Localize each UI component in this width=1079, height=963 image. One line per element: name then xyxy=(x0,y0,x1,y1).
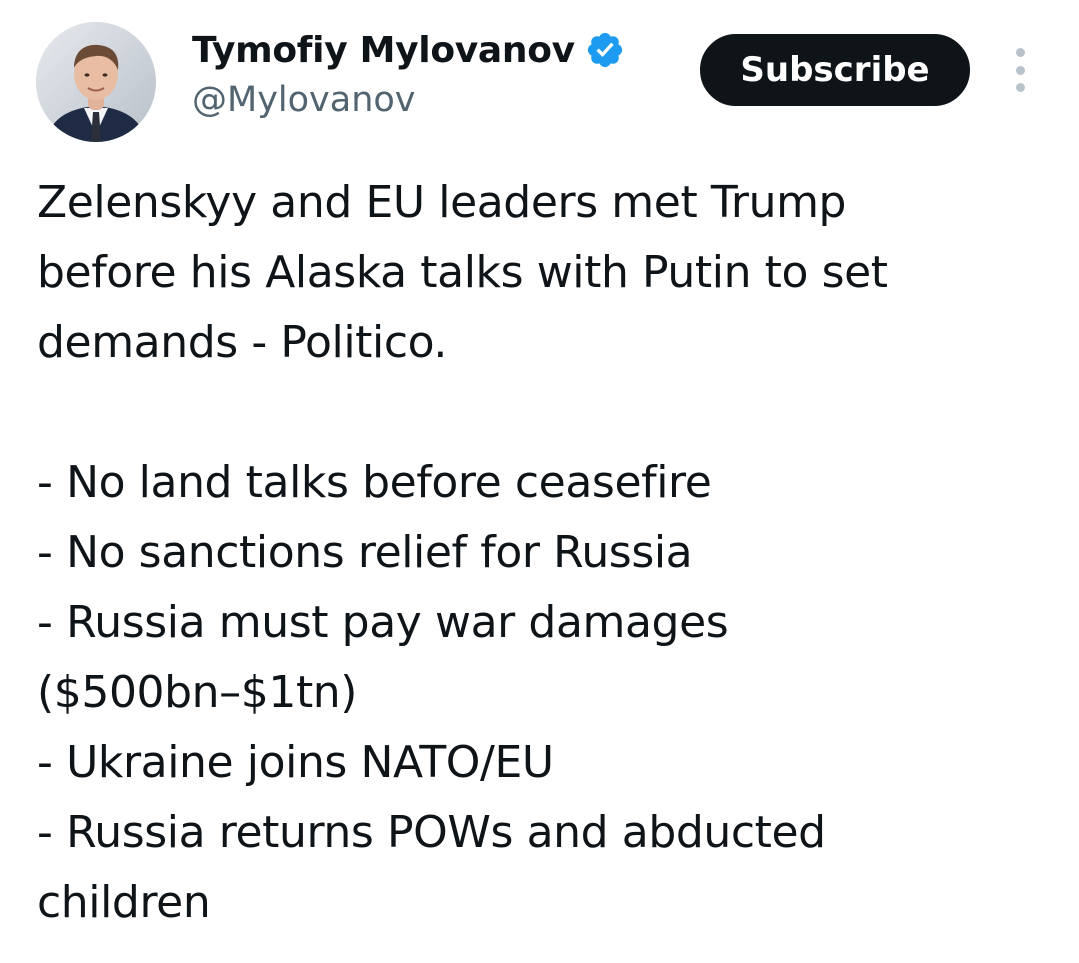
author-name-row[interactable]: Tymofiy Mylovanov xyxy=(192,26,625,74)
tweet-line: - Russia returns POWs and abducted xyxy=(37,807,826,858)
tweet-line: - Ukraine joins NATO/EU xyxy=(37,737,554,788)
more-options-icon[interactable] xyxy=(1008,48,1032,92)
tweet-line: demands - Politico. xyxy=(37,317,447,368)
tweet-line: - Russia must pay war damages xyxy=(37,597,729,648)
more-dot xyxy=(1015,83,1025,92)
avatar-photo xyxy=(36,22,156,142)
tweet-text: Zelenskyy and EU leaders met Trump befor… xyxy=(37,168,1047,938)
author-display-name[interactable]: Tymofiy Mylovanov xyxy=(192,30,575,71)
tweet-line: - No sanctions relief for Russia xyxy=(37,527,693,578)
tweet-line: children xyxy=(37,877,211,928)
more-dot xyxy=(1015,65,1025,75)
verified-badge-icon[interactable] xyxy=(585,30,625,70)
tweet-line: before his Alaska talks with Putin to se… xyxy=(37,247,888,298)
tweet-line: - No land talks before ceasefire xyxy=(37,457,712,508)
more-dot xyxy=(1015,48,1025,57)
tweet-card: Tymofiy Mylovanov @Mylovanov Subscribe Z… xyxy=(0,0,1079,963)
avatar[interactable] xyxy=(36,22,156,142)
author-handle[interactable]: @Mylovanov xyxy=(192,80,416,120)
tweet-line: ($500bn–$1tn) xyxy=(37,667,358,718)
tweet-line: Zelenskyy and EU leaders met Trump xyxy=(37,177,847,228)
subscribe-button[interactable]: Subscribe xyxy=(700,34,970,106)
